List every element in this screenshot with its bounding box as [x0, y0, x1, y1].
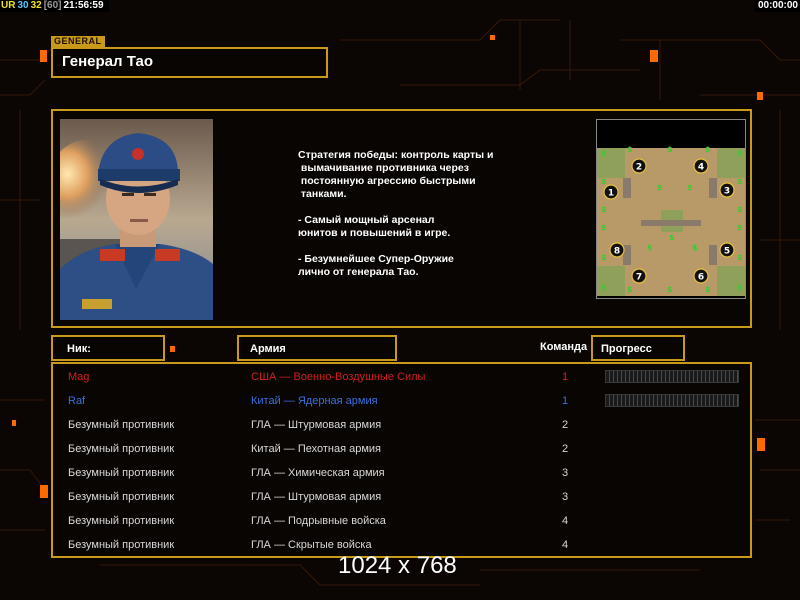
header-army: Армия	[250, 343, 286, 355]
start-position-marker: 2	[631, 158, 647, 174]
player-nick: Безумный противник	[68, 467, 175, 479]
svg-text:8: 8	[614, 247, 620, 257]
start-position-marker: 3	[719, 182, 735, 198]
player-nick: Безумный противник	[68, 419, 175, 431]
player-team: 3	[561, 491, 569, 503]
svg-text:1: 1	[608, 189, 614, 199]
header-progress: Прогресс	[601, 343, 652, 355]
header-army-box: Армия	[237, 335, 397, 361]
supply-dollar-icon: $	[647, 243, 653, 252]
player-army: ГЛА — Подрывные войска	[251, 515, 386, 527]
supply-dollar-icon: $	[601, 223, 607, 232]
supply-dollar-icon: $	[737, 149, 743, 158]
player-team: 1	[561, 395, 569, 407]
player-nick: Безумный противник	[68, 515, 175, 527]
hud-stats: UR 30 32 [60] 21:56:59	[0, 0, 109, 12]
supply-dollar-icon: $	[737, 223, 743, 232]
hud-stat: 30	[17, 0, 29, 11]
player-army: ГЛА — Скрытые войска	[251, 539, 372, 551]
player-army: США — Военно-Воздушные Силы	[251, 371, 426, 383]
header-nick-box: Ник:	[51, 335, 165, 361]
hud-stat: [60]	[43, 0, 62, 11]
header-nick: Ник:	[67, 343, 91, 355]
player-team: 4	[561, 515, 569, 527]
general-title: Генерал Тао	[62, 53, 153, 70]
supply-dollar-icon: $	[601, 149, 607, 158]
supply-dollar-icon: $	[692, 243, 698, 252]
strategy-description: Стратегия победы: контроль карты и вымач…	[298, 149, 494, 278]
general-tag-label: GENERAL	[51, 36, 105, 47]
start-position-marker: 5	[719, 242, 735, 258]
supply-dollar-icon: $	[737, 253, 743, 262]
player-army: ГЛА — Химическая армия	[251, 467, 385, 479]
supply-dollar-icon: $	[687, 183, 693, 192]
player-row: Raf Китай — Ядерная армия 1	[53, 390, 750, 414]
supply-dollar-icon: $	[657, 183, 663, 192]
resolution-label: 1024 x 768	[338, 552, 457, 579]
supply-dollar-icon: $	[601, 283, 607, 292]
supply-dollar-icon: $	[627, 145, 633, 154]
svg-text:4: 4	[698, 163, 704, 173]
player-nick: Mag	[68, 371, 90, 383]
supply-dollar-icon: $	[601, 205, 607, 214]
player-team: 2	[561, 443, 569, 455]
hud-stat: 21:56:59	[63, 0, 104, 11]
player-team: 3	[561, 467, 569, 479]
hud-stat: UR	[1, 0, 16, 11]
hud-stat: 32	[30, 0, 42, 11]
player-army: ГЛА — Штурмовая армия	[251, 419, 382, 431]
loading-progress-bar	[605, 394, 739, 407]
player-army: Китай — Пехотная армия	[251, 443, 382, 455]
start-position-marker: 4	[693, 158, 709, 174]
general-title-box: Генерал Тао	[51, 47, 328, 78]
supply-dollar-icon: $	[627, 285, 633, 294]
svg-text:2: 2	[636, 163, 642, 173]
players-table: Mag США — Военно-Воздушные Силы 1 Raf Китай …	[51, 362, 752, 558]
svg-text:3: 3	[724, 187, 730, 197]
general-portrait	[60, 119, 213, 320]
supply-dollar-icon: $	[667, 285, 673, 294]
player-team: 1	[561, 371, 569, 383]
general-info-panel: Стратегия победы: контроль карты и вымач…	[51, 109, 752, 328]
map-preview-image: $ $ $ $ $ $ $ $ $ $ $ $ $ $ $ $ $ $ $ $ $ $ $ 1 2 3 4 5 6 7 8	[597, 120, 745, 298]
start-position-marker: 8	[609, 242, 625, 258]
player-army: Китай — Ядерная армия	[251, 395, 378, 407]
player-nick: Безумный противник	[68, 539, 175, 551]
supply-dollar-icon: $	[737, 283, 743, 292]
start-position-marker: 6	[693, 268, 709, 284]
general-portrait-image	[60, 119, 213, 320]
supply-dollar-icon: $	[737, 205, 743, 214]
player-team: 4	[561, 539, 569, 551]
supply-dollar-icon: $	[705, 145, 711, 154]
svg-text:6: 6	[698, 273, 704, 283]
supply-dollar-icon: $	[705, 285, 711, 294]
player-row: Безумный противник ГЛА — Штурмовая армия 3	[53, 486, 750, 510]
player-nick: Raf	[68, 395, 86, 407]
supply-dollar-icon: $	[737, 177, 743, 186]
svg-text:7: 7	[636, 273, 642, 283]
start-position-marker: 1	[603, 184, 619, 200]
player-row: Безумный противник ГЛА — Подрывные войска…	[53, 510, 750, 534]
map-preview: $ $ $ $ $ $ $ $ $ $ $ $ $ $ $ $ $ $ $ $ $ $ $ 1 2 3 4 5 6 7 8	[596, 119, 746, 299]
header-progress-box: Прогресс	[591, 335, 685, 361]
header-team: Команда	[540, 341, 588, 353]
player-row: Безумный противник ГЛА — Штурмовая армия 2	[53, 414, 750, 438]
player-nick: Безумный противник	[68, 443, 175, 455]
player-nick: Безумный противник	[68, 491, 175, 503]
player-row: Безумный противник ГЛА — Химическая армия…	[53, 462, 750, 486]
supply-dollar-icon: $	[669, 233, 675, 242]
player-army: ГЛА — Штурмовая армия	[251, 491, 382, 503]
svg-text:5: 5	[724, 247, 730, 257]
game-timer: 00:00:00	[754, 0, 800, 12]
player-row: Безумный противник Китай — Пехотная армия…	[53, 438, 750, 462]
start-position-marker: 7	[631, 268, 647, 284]
supply-dollar-icon: $	[601, 177, 607, 186]
supply-dollar-icon: $	[601, 253, 607, 262]
supply-dollar-icon: $	[667, 145, 673, 154]
player-team: 2	[561, 419, 569, 431]
player-row: Mag США — Военно-Воздушные Силы 1	[53, 366, 750, 390]
loading-progress-bar	[605, 370, 739, 383]
